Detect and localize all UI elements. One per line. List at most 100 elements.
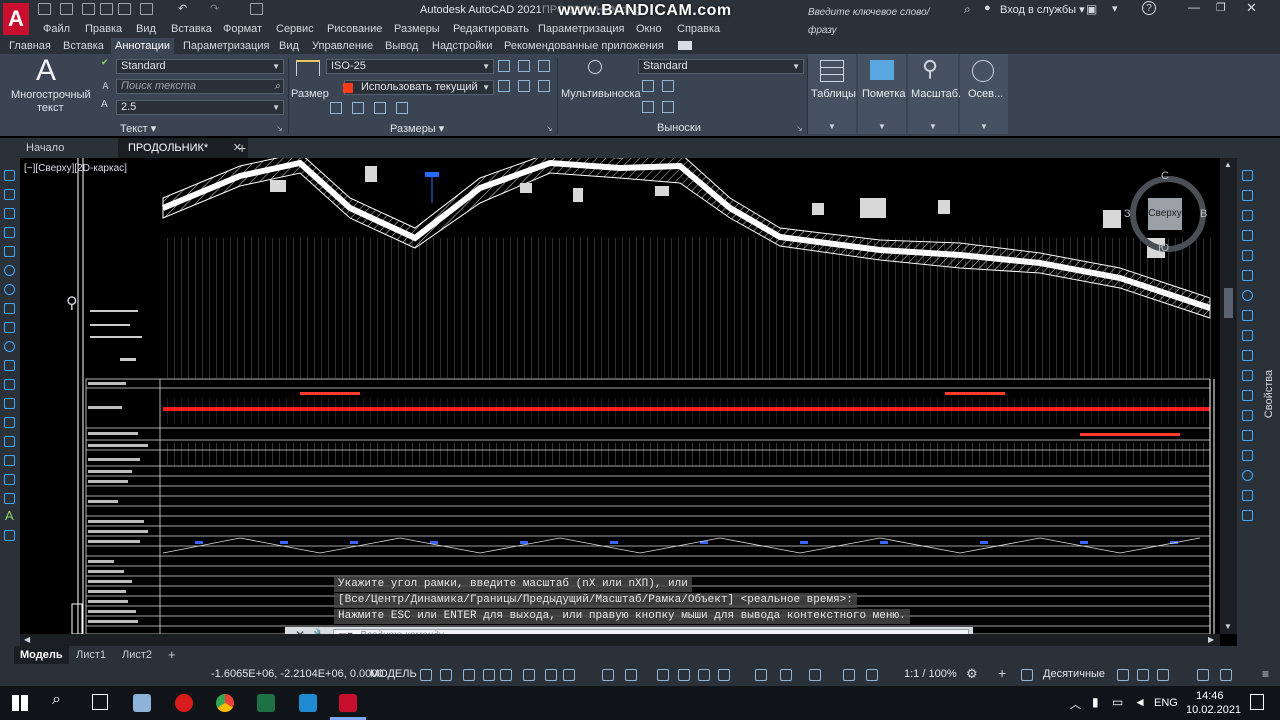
ellipse-arc-icon[interactable] (4, 360, 15, 371)
coordinates[interactable]: -1.6065E+06, -2.2104E+06, 0.0000 (211, 668, 383, 680)
erase-icon[interactable] (1242, 170, 1253, 181)
language-indicator[interactable]: ENG (1154, 697, 1178, 709)
tab-model[interactable]: Модель (14, 646, 69, 664)
trim-icon[interactable] (1242, 350, 1253, 361)
dim-inspect-icon[interactable] (538, 60, 550, 72)
annotation-visibility-icon[interactable] (809, 669, 821, 681)
help-icon[interactable]: ? (1142, 1, 1156, 15)
web-mobile-icon[interactable] (118, 3, 131, 15)
ribbon-options-icon[interactable]: ▾ (1112, 2, 1118, 15)
search-text-input[interactable]: Поиск текста ⌕ (116, 79, 284, 94)
scale-display[interactable]: 1:1 / 100% (904, 668, 957, 680)
menu-format[interactable]: Формат (223, 20, 262, 38)
notification-icon[interactable] (1250, 694, 1264, 710)
offset-icon[interactable] (1242, 230, 1253, 241)
polygon-icon[interactable] (4, 227, 15, 238)
save-icon[interactable] (82, 3, 95, 15)
dim-space-icon[interactable] (498, 60, 510, 72)
vertical-scrollbar[interactable]: ▲ ▼ (1220, 158, 1237, 634)
make-block-icon[interactable] (4, 398, 15, 409)
selection-filter-icon[interactable] (755, 669, 767, 681)
undo-icon[interactable]: ↶ (178, 3, 191, 15)
selection-cycling-icon[interactable] (678, 669, 690, 681)
viewcube[interactable]: Сверху С З В Ю (1124, 170, 1207, 254)
tab-addins[interactable]: Надстройки (428, 38, 496, 54)
3d-osnap-icon[interactable] (698, 669, 710, 681)
rotate-icon[interactable] (1242, 290, 1253, 301)
infer-icon[interactable] (463, 669, 475, 681)
signin-button[interactable]: Вход в службы ▾ (1000, 3, 1085, 16)
tab-manage[interactable]: Управление (308, 38, 377, 54)
menu-draw[interactable]: Рисование (327, 20, 382, 38)
copy-icon[interactable] (1242, 190, 1253, 201)
add-leader-icon[interactable] (642, 80, 654, 92)
panel-launcher-icon[interactable]: ↘ (796, 124, 803, 133)
tab-sheet1[interactable]: Лист1 (70, 646, 112, 664)
scale-icon[interactable] (1242, 310, 1253, 321)
viewcube-north[interactable]: С (1161, 170, 1169, 182)
menu-view[interactable]: Вид (136, 20, 156, 38)
drawing-canvas[interactable]: [−][Сверху][2D-каркас] ⚲ (20, 158, 1220, 634)
collect-leader-icon[interactable] (662, 101, 674, 113)
menu-file[interactable]: Файл (43, 20, 70, 38)
align-leader-icon[interactable] (662, 80, 674, 92)
text-style-select[interactable]: Standard ▼ (116, 59, 284, 74)
hatch-icon[interactable] (4, 436, 15, 447)
markup-button[interactable]: Пометка ▼ (858, 54, 906, 134)
rectangle-icon[interactable] (4, 246, 15, 257)
dim-break-icon[interactable] (396, 102, 408, 114)
new-tab-button[interactable]: + (228, 138, 256, 158)
dimension-button[interactable]: Размер (290, 56, 329, 106)
units-select[interactable]: Десятичные (1043, 668, 1105, 680)
fillet-icon[interactable] (1242, 470, 1253, 481)
volume-icon[interactable]: ◄ (1134, 695, 1146, 709)
dim-oblique-icon[interactable] (538, 80, 550, 92)
transparency-icon[interactable] (657, 669, 669, 681)
grid-icon[interactable] (420, 669, 432, 681)
menu-dimension[interactable]: Размеры (394, 20, 440, 38)
menu-parametric[interactable]: Параметризация (538, 20, 624, 38)
annotation-scale-button[interactable]: ⚲ Масштаб... ▼ (908, 54, 967, 134)
tab-annotate[interactable]: Аннотации (111, 38, 174, 54)
chrome-icon[interactable] (216, 694, 234, 712)
menu-window[interactable]: Окно (636, 20, 662, 38)
model-space-button[interactable]: МОДЕЛЬ (370, 668, 417, 680)
quick-props-icon[interactable] (1117, 669, 1129, 681)
tab-output[interactable]: Вывод (381, 38, 422, 54)
annotation-scale-icon[interactable] (866, 669, 878, 681)
horizontal-scrollbar[interactable]: ◀ ▶ (20, 634, 1220, 646)
add-layout-button[interactable]: + (162, 646, 182, 664)
text-height-icon[interactable]: A (101, 99, 108, 110)
record-icon[interactable] (175, 694, 193, 712)
scroll-thumb[interactable] (1224, 288, 1233, 318)
isolate-objects-icon[interactable] (1021, 669, 1033, 681)
dim-layer-select[interactable]: Использовать текущий ▼ (343, 80, 494, 95)
break-icon[interactable] (1242, 410, 1253, 421)
tab-home[interactable]: Главная (5, 38, 55, 54)
osnap-track-icon[interactable] (563, 669, 575, 681)
mtext-tool-icon[interactable]: A (5, 508, 14, 523)
panel-launcher-icon[interactable]: ↘ (546, 124, 553, 133)
construction-line-icon[interactable] (4, 189, 15, 200)
tab-parametric[interactable]: Параметризация (179, 38, 273, 54)
dim-continue-icon[interactable] (330, 102, 342, 114)
open-file-icon[interactable] (60, 3, 73, 15)
scroll-up-icon[interactable]: ▲ (1224, 160, 1232, 169)
workspace-gear-icon[interactable]: ⚙ (966, 666, 978, 682)
tab-featured-apps[interactable]: Рекомендованные приложения (500, 38, 668, 54)
viewcube-east[interactable]: В (1200, 208, 1207, 220)
menu-help[interactable]: Справка (677, 20, 720, 38)
dim-quick-icon[interactable] (374, 102, 386, 114)
lock-ui-icon[interactable] (1137, 669, 1149, 681)
polar-icon[interactable] (523, 669, 535, 681)
circle-icon[interactable] (4, 284, 15, 295)
snap-icon[interactable] (440, 669, 452, 681)
close-icon[interactable]: ✕ (1246, 0, 1257, 16)
multileader-button[interactable]: Мультивыноска (560, 56, 641, 106)
stretch-icon[interactable] (1242, 330, 1253, 341)
menu-tools[interactable]: Сервис (276, 20, 314, 38)
task-view-icon[interactable] (92, 694, 108, 710)
tab-start[interactable]: Начало (16, 138, 74, 158)
dyn-ucs-icon[interactable] (718, 669, 730, 681)
panel-launcher-icon[interactable]: ↘ (276, 124, 283, 133)
